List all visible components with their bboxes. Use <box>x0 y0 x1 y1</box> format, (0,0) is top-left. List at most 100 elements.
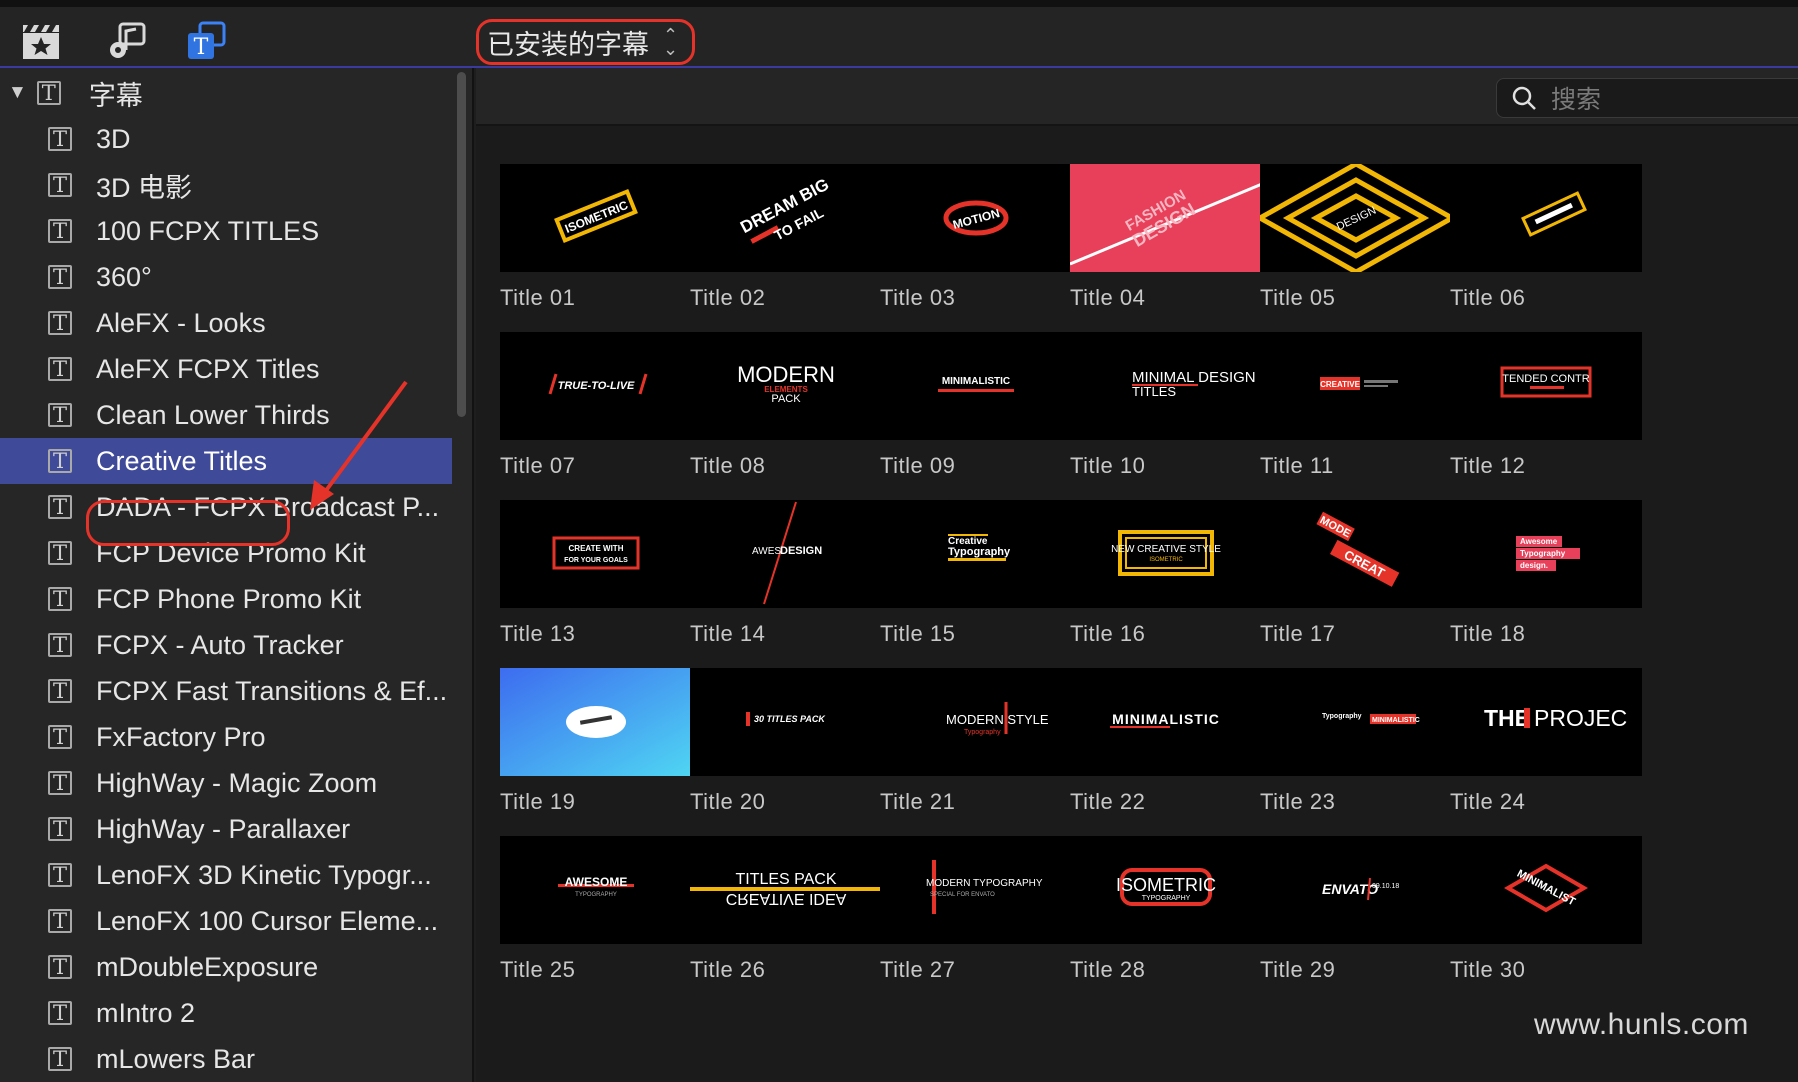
sidebar-item[interactable]: T AleFX - Looks <box>0 300 452 346</box>
title-tile[interactable]: DREAM BIG TO FAIL Title 02 <box>690 164 882 314</box>
search-bar: 搜索 <box>476 68 1798 126</box>
title-thumbnail[interactable]: Awesome Typography design. <box>1450 500 1642 608</box>
sidebar-item-label: HighWay - Magic Zoom <box>96 767 378 798</box>
title-tile[interactable]: MINIMALISTIC Title 09 <box>880 332 1072 482</box>
title-thumbnail[interactable]: DREAM BIG TO FAIL <box>690 164 882 272</box>
title-thumbnail[interactable]: CREATIVE <box>1260 332 1452 440</box>
title-tile[interactable]: MODE CREAT Title 17 <box>1260 500 1452 650</box>
sidebar-scrollbar[interactable] <box>457 72 466 417</box>
title-thumbnail[interactable]: ISOMETRIC <box>500 164 692 272</box>
title-thumbnail[interactable]: Creative Typography <box>880 500 1072 608</box>
sidebar-item[interactable]: T LenoFX 3D Kinetic Typogr... <box>0 852 452 898</box>
title-thumbnail[interactable] <box>1450 164 1642 272</box>
title-label: Title 06 <box>1450 285 1526 310</box>
title-icon: T <box>36 81 61 105</box>
title-thumbnail[interactable]: NEW CREATIVE STYLE ISOMETRIC <box>1070 500 1262 608</box>
title-thumbnail[interactable]: THE PROJEC <box>1450 668 1642 776</box>
title-tile[interactable]: NEW CREATIVE STYLE ISOMETRIC Title 16 <box>1070 500 1262 650</box>
title-tile[interactable]: DESIGN Title 05 <box>1260 164 1452 314</box>
title-tile[interactable]: Creative Typography Title 15 <box>880 500 1072 650</box>
title-thumbnail[interactable]: AWESOME TYPOGRAPHY <box>500 836 692 944</box>
title-thumbnail[interactable]: MOTION <box>880 164 1072 272</box>
title-tile[interactable]: MINIMAL DESIGN TITLES Title 10 <box>1070 332 1262 482</box>
svg-text:TYPOGRAPHY: TYPOGRAPHY <box>575 892 617 898</box>
title-thumbnail[interactable]: MODERN STYLE Typography <box>880 668 1072 776</box>
title-thumbnail[interactable]: AWES DESIGN <box>690 500 882 608</box>
title-thumbnail[interactable]: TITLES PACK CREATIVE IDEA <box>690 836 882 944</box>
title-tile[interactable]: THE PROJEC Title 24 <box>1450 668 1642 818</box>
title-thumbnail[interactable]: Typography MINIMALISTIC <box>1260 668 1452 776</box>
title-thumbnail[interactable]: CREATE WITH FOR YOUR GOALS <box>500 500 692 608</box>
title-tile[interactable]: CREATE WITH FOR YOUR GOALS Title 13 <box>500 500 692 650</box>
title-tile[interactable]: ISOMETRIC TYPOGRAPHY Title 28 <box>1070 836 1262 986</box>
title-tile[interactable]: ISOMETRIC Title 01 <box>500 164 692 314</box>
title-thumbnail[interactable]: FASHION DESIGN <box>1070 164 1262 272</box>
title-tile[interactable]: TENDED CONTR Title 12 <box>1450 332 1642 482</box>
sidebar-item[interactable]: T 100 FCPX TITLES <box>0 208 452 254</box>
sidebar-item[interactable]: T FCPX Fast Transitions & Ef... <box>0 668 452 714</box>
title-label: Title 29 <box>1260 957 1336 982</box>
title-tile[interactable]: Typography MINIMALISTIC Title 23 <box>1260 668 1452 818</box>
title-tile[interactable]: MODERN TYPOGRAPHY SPECIAL FOR ENVATO Title… <box>880 836 1072 986</box>
sidebar-item[interactable]: T 3D <box>0 116 452 162</box>
title-tile[interactable]: TRUE-TO-LIVE Title 07 <box>500 332 692 482</box>
title-tile[interactable]: TITLES PACK CREATIVE IDEA Title 26 <box>690 836 882 986</box>
title-tile[interactable]: MINIMALIST Title 30 <box>1450 836 1642 986</box>
title-label: Title 05 <box>1260 285 1336 310</box>
clapper-star-icon[interactable] <box>20 21 62 61</box>
sidebar-item[interactable]: T LenoFX 100 Cursor Eleme... <box>0 898 452 944</box>
title-tile[interactable]: MOTION Title 03 <box>880 164 1072 314</box>
sidebar-item[interactable]: T 3D 电影 <box>0 162 452 208</box>
svg-text:TYPOGRAPHY: TYPOGRAPHY <box>1142 895 1191 902</box>
title-icon: T <box>48 219 72 243</box>
sidebar-item[interactable]: TmIntro 2 <box>0 990 452 1036</box>
search-icon <box>1512 86 1536 110</box>
title-thumbnail[interactable]: TRUE-TO-LIVE <box>500 332 692 440</box>
sidebar-item[interactable]: TmLowers Bar <box>0 1036 452 1082</box>
svg-text:Typography: Typography <box>964 729 1001 736</box>
title-thumbnail[interactable]: MINIMALIST <box>1450 836 1642 944</box>
title-icon: T <box>48 357 72 381</box>
title-thumbnail[interactable]: MINIMALISTIC <box>1070 668 1262 776</box>
title-thumbnail[interactable]: ENVATO 09.10.18 <box>1260 836 1452 944</box>
sidebar-item[interactable]: T FCPX - Auto Tracker <box>0 622 452 668</box>
title-tile[interactable]: CREATIVE Title 11 <box>1260 332 1452 482</box>
title-tile[interactable]: MODERN ELEMENTS PACK Title 08 <box>690 332 882 482</box>
title-label: Title 24 <box>1450 789 1526 814</box>
source-selector[interactable]: 已安装的字幕 ⌃ ⌄ <box>476 19 696 65</box>
sidebar-item[interactable]: T HighWay - Magic Zoom <box>0 760 452 806</box>
title-thumbnail[interactable]: 30 TITLES PACK <box>690 668 882 776</box>
title-thumbnail[interactable]: MINIMAL DESIGN TITLES <box>1070 332 1262 440</box>
sidebar-item[interactable]: T HighWay - Parallaxer <box>0 806 452 852</box>
disclosure-triangle-icon[interactable]: ▼ <box>8 82 27 104</box>
sidebar-item[interactable]: T FCP Device Promo Kit <box>0 530 452 576</box>
title-label: Title 16 <box>1070 621 1146 646</box>
title-tile[interactable]: ENVATO 09.10.18 Title 29 <box>1260 836 1452 986</box>
title-tile[interactable]: 30 TITLES PACK Title 20 <box>690 668 882 818</box>
sidebar-item[interactable]: T FxFactory Pro <box>0 714 452 760</box>
title-thumbnail[interactable]: DESIGN <box>1260 164 1452 272</box>
title-thumbnail[interactable]: MODERN ELEMENTS PACK <box>690 332 882 440</box>
title-thumbnail[interactable]: TENDED CONTR <box>1450 332 1642 440</box>
title-thumbnail[interactable]: ISOMETRIC TYPOGRAPHY <box>1070 836 1262 944</box>
sidebar-item-label: Clean Lower Thirds <box>96 399 330 430</box>
title-tile[interactable]: AWESOME TYPOGRAPHY Title 25 <box>500 836 692 986</box>
titles-icon[interactable]: T <box>186 21 228 61</box>
title-thumbnail[interactable] <box>500 668 692 776</box>
sidebar-root-titles[interactable]: ▼ T 字幕 <box>0 70 452 116</box>
title-thumbnail[interactable]: MODE CREAT <box>1260 500 1452 608</box>
title-thumbnail[interactable]: MINIMALISTIC <box>880 332 1072 440</box>
search-input[interactable]: 搜索 <box>1496 78 1798 118</box>
title-thumbnail[interactable]: MODERN TYPOGRAPHY SPECIAL FOR ENVATO <box>880 836 1072 944</box>
title-tile[interactable]: MODERN STYLE Typography Title 21 <box>880 668 1072 818</box>
music-photo-icon[interactable] <box>106 21 148 61</box>
title-tile[interactable]: AWES DESIGN Title 14 <box>690 500 882 650</box>
title-tile[interactable]: Title 06 <box>1450 164 1642 314</box>
title-tile[interactable]: MINIMALISTIC Title 22 <box>1070 668 1262 818</box>
sidebar-item[interactable]: TmDoubleExposure <box>0 944 452 990</box>
title-tile[interactable]: Awesome Typography design. Title 18 <box>1450 500 1642 650</box>
title-tile[interactable]: FASHION DESIGN Title 04 <box>1070 164 1262 314</box>
sidebar-item[interactable]: T 360° <box>0 254 452 300</box>
sidebar-item[interactable]: T FCP Phone Promo Kit <box>0 576 452 622</box>
title-tile[interactable]: Title 19 <box>500 668 692 818</box>
